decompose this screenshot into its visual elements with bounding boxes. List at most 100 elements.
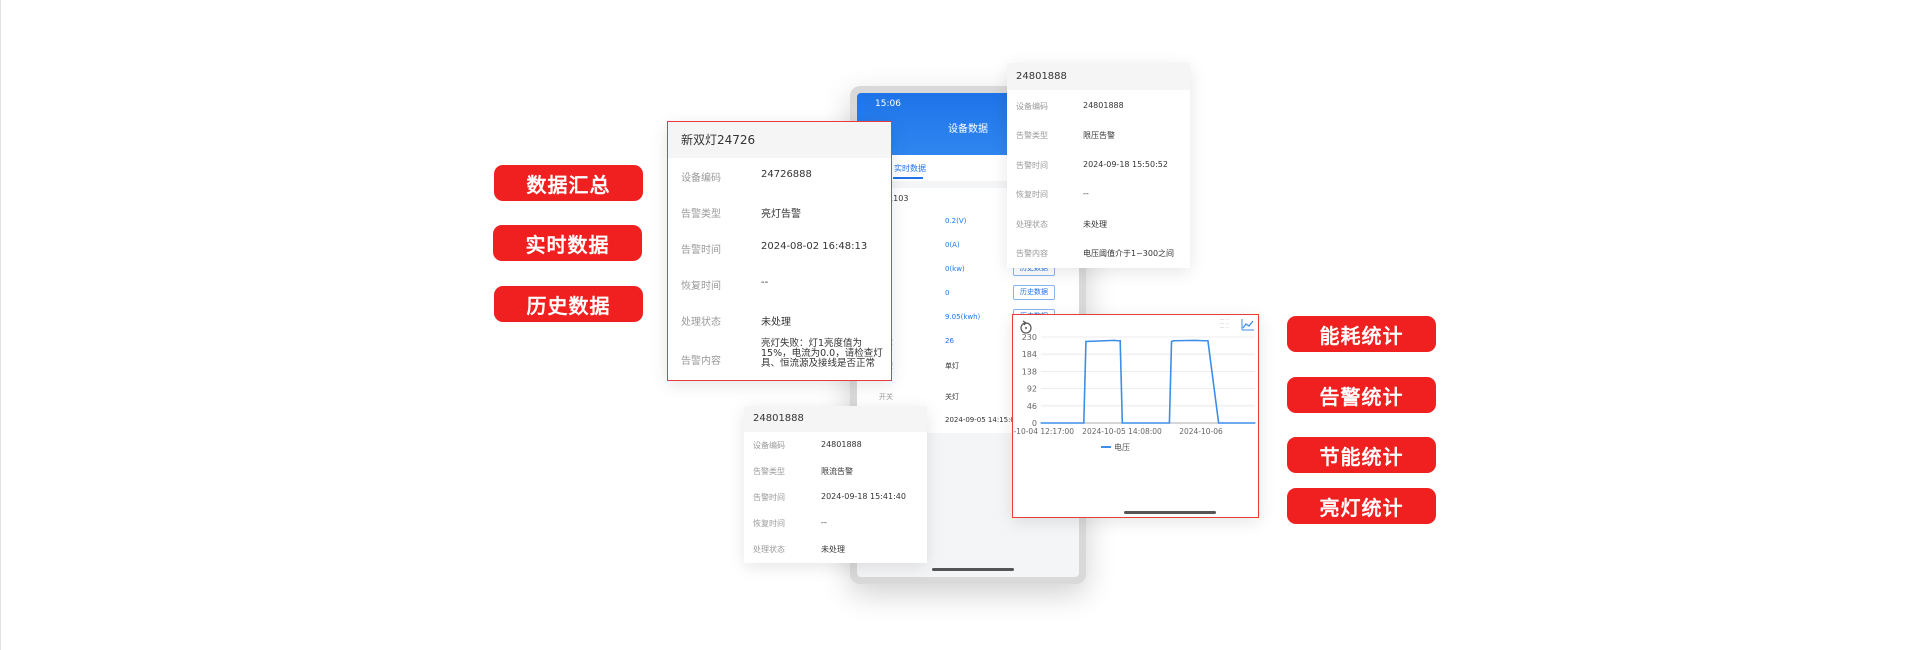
row-value: 0.2(V) xyxy=(945,217,967,225)
y-tick-label: 92 xyxy=(1027,385,1037,394)
data-point xyxy=(1170,340,1173,343)
field-label: 告警时间 xyxy=(753,493,785,502)
row-value: 0(A) xyxy=(945,241,960,249)
field-label: 处理状态 xyxy=(681,317,721,328)
data-point xyxy=(1140,422,1143,424)
data-point xyxy=(1168,422,1170,424)
field-value: 亮灯告警 xyxy=(761,209,801,220)
y-tick-label: 184 xyxy=(1022,350,1037,359)
field-value: 未处理 xyxy=(1083,220,1107,229)
list-item: 设备编码 24801888 xyxy=(744,432,927,458)
field-label: 处理状态 xyxy=(1016,220,1048,229)
list-item: 设备编码 24801888 xyxy=(1007,92,1190,121)
feature-pill-alarm-stats[interactable]: 告警统计 xyxy=(1287,377,1436,413)
field-value: 限压告警 xyxy=(1083,131,1115,140)
field-value: 24801888 xyxy=(1083,101,1124,110)
data-point xyxy=(1083,422,1085,424)
page-edge-line xyxy=(0,0,1,650)
status-time: 15:06 xyxy=(875,99,901,109)
series-line-voltage xyxy=(1041,339,1255,424)
field-label: 告警类型 xyxy=(753,467,785,476)
field-label: 恢复时间 xyxy=(681,281,721,292)
card-title: 24801888 xyxy=(744,406,927,432)
list-item: 恢复时间 -- xyxy=(1007,180,1190,209)
field-label: 设备编码 xyxy=(1016,102,1048,111)
field-label: 告警类型 xyxy=(681,209,721,220)
voltage-chart-card: — ···— ···— ··· 0469213818423024-10-04 1… xyxy=(1012,314,1259,518)
alarm-card-voltage: 24801888 设备编码 24801888 告警类型 限压告警 告警时间 20… xyxy=(1007,63,1190,268)
field-value: 24726888 xyxy=(761,169,812,180)
x-tick-label: 24-10-04 12:17:00 xyxy=(1013,427,1074,436)
list-item: 恢复时间 -- xyxy=(668,266,891,302)
data-point xyxy=(1085,340,1087,343)
feature-pill-energy-stats[interactable]: 能耗统计 xyxy=(1287,316,1436,352)
list-item: 告警时间 2024-09-18 15:41:40 xyxy=(744,484,927,510)
list-item: 告警时间 2024-09-18 15:50:52 xyxy=(1007,151,1190,180)
field-label: 告警时间 xyxy=(1016,161,1048,170)
data-point xyxy=(1078,422,1081,424)
data-point xyxy=(1153,422,1156,424)
row-value: 9.05(kwh) xyxy=(945,313,981,321)
data-point xyxy=(1164,422,1166,424)
field-value: 未处理 xyxy=(761,317,791,328)
field-value: 电压阈值介于1~300之间 xyxy=(1083,249,1175,258)
x-tick-label: 2024-10-05 14:08:00 xyxy=(1082,427,1162,436)
data-point xyxy=(1173,340,1175,342)
list-item: 处理状态 未处理 xyxy=(744,536,927,562)
field-value: 限流告警 xyxy=(821,467,853,476)
feature-pill-history-data[interactable]: 历史数据 xyxy=(494,286,643,322)
feature-pill-data-summary[interactable]: 数据汇总 xyxy=(494,165,643,201)
y-tick-label: 46 xyxy=(1027,402,1037,411)
alarm-card-lighting: 新双灯24726 设备编码 24726888 告警类型 亮灯告警 告警时间 20… xyxy=(667,121,892,381)
list-item: 恢复时间 -- xyxy=(744,510,927,536)
field-value: 2024-08-02 16:48:13 xyxy=(761,241,868,252)
y-tick-label: 138 xyxy=(1022,367,1037,376)
field-value: -- xyxy=(761,277,769,288)
feature-pill-realtime-data[interactable]: 实时数据 xyxy=(493,225,642,261)
field-label: 告警内容 xyxy=(681,356,721,367)
data-point xyxy=(1149,422,1151,424)
legend-label: 电压 xyxy=(1114,442,1130,452)
feature-pill-saving-stats[interactable]: 节能统计 xyxy=(1287,437,1436,473)
data-point xyxy=(1113,339,1115,341)
field-label: 处理状态 xyxy=(753,545,785,554)
feature-pill-lighting-stats[interactable]: 亮灯统计 xyxy=(1287,488,1436,524)
data-point xyxy=(1121,422,1123,424)
data-point xyxy=(1222,422,1224,424)
field-label: 告警时间 xyxy=(681,245,721,256)
field-label: 设备编码 xyxy=(753,441,785,450)
list-item: 设备编码 24726888 xyxy=(668,158,891,194)
list-item: 告警类型 限压告警 xyxy=(1007,121,1190,150)
row-value: 0(kw) xyxy=(945,265,965,273)
home-indicator xyxy=(932,568,1014,571)
row-value: 关灯 xyxy=(945,393,959,401)
list-item: 告警内容 亮灯失败：灯1亮度值为15%，电流为0.0，请检查灯具、恒流源及接线是… xyxy=(668,338,891,380)
data-point xyxy=(1194,339,1196,341)
field-label: 恢复时间 xyxy=(753,519,785,528)
data-point xyxy=(1117,340,1119,342)
field-value: 24801888 xyxy=(821,440,862,449)
field-label: 告警内容 xyxy=(1016,249,1048,258)
field-value: 2024-09-18 15:41:40 xyxy=(821,492,906,501)
alarm-card-current: 24801888 设备编码 24801888 告警类型 限流告警 告警时间 20… xyxy=(744,406,927,563)
field-value: 2024-09-18 15:50:52 xyxy=(1083,160,1168,169)
field-label: 恢复时间 xyxy=(1016,190,1048,199)
field-value: -- xyxy=(821,518,827,527)
history-data-button[interactable]: 历史数据 xyxy=(1013,285,1055,300)
field-value: 未处理 xyxy=(821,545,845,554)
row-value: 26 xyxy=(945,337,954,345)
voltage-chart: 0469213818423024-10-04 12:17:002024-10-0… xyxy=(1013,333,1256,452)
y-tick-label: 230 xyxy=(1022,333,1037,342)
tab-indicator xyxy=(893,177,923,179)
list-item: 处理状态 未处理 xyxy=(1007,210,1190,239)
field-label: 告警类型 xyxy=(1016,131,1048,140)
field-label: 设备编码 xyxy=(681,173,721,184)
row-label: 开关 xyxy=(879,393,893,401)
tab-realtime[interactable]: 实时数据 xyxy=(894,163,926,174)
list-item: 告警类型 限流告警 xyxy=(744,458,927,484)
field-value: -- xyxy=(1083,189,1089,198)
list-item: 处理状态 未处理 xyxy=(668,302,891,338)
chart-scroll-indicator[interactable] xyxy=(1124,511,1216,514)
data-point xyxy=(1218,422,1220,424)
row-value: 单灯 xyxy=(945,362,959,370)
